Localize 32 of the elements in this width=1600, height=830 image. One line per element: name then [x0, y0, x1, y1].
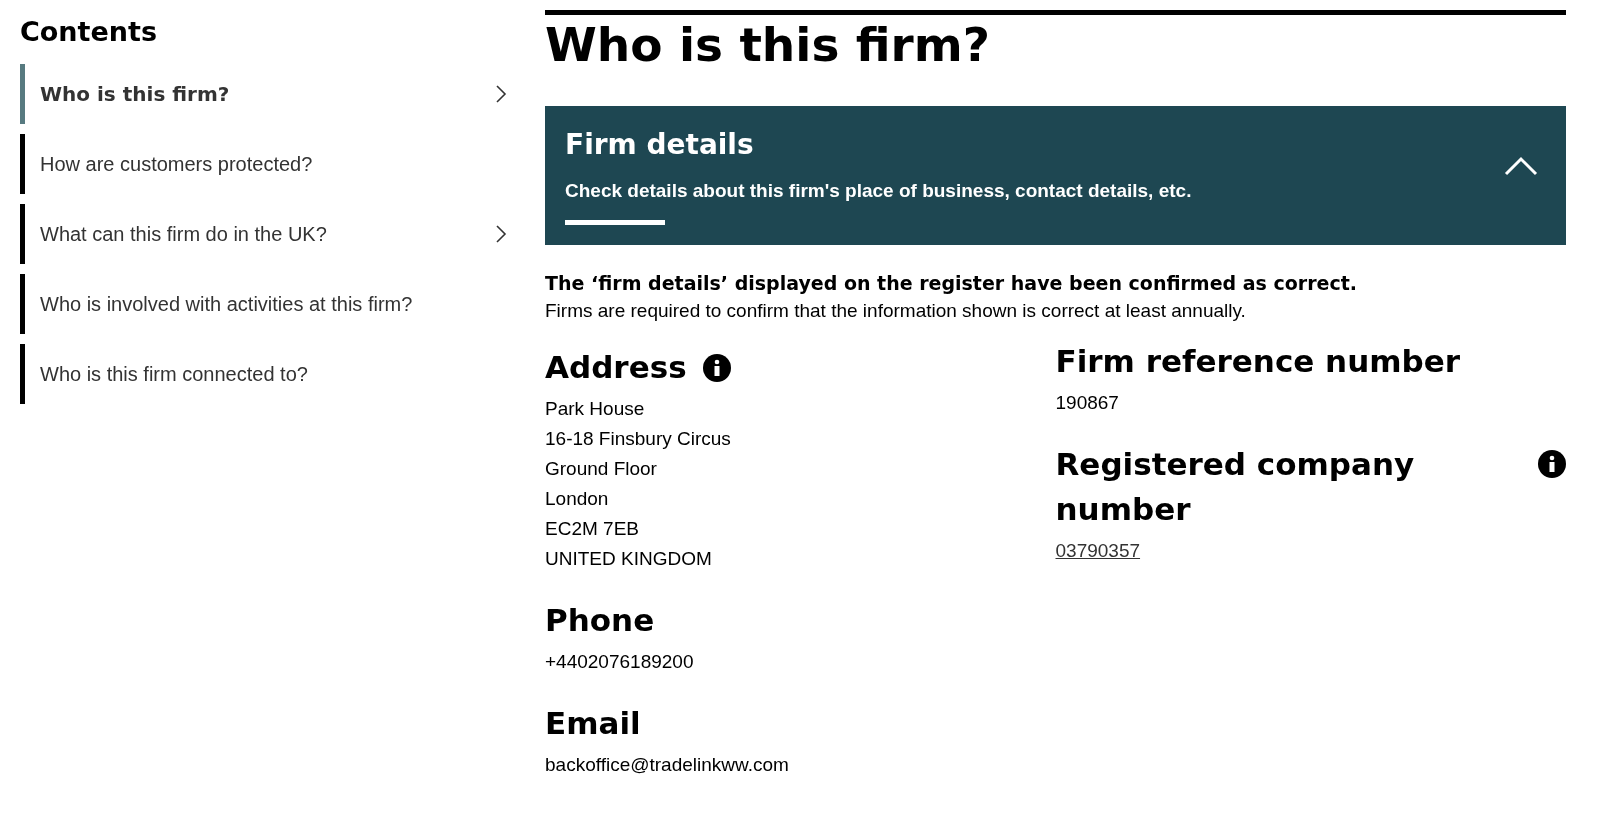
- field-value: London: [545, 487, 610, 511]
- panel-title: Firm details: [565, 127, 755, 163]
- field-heading: Phone: [545, 601, 655, 640]
- confirmation-note: Firms are required to confirm that the information shown is correct at least annually.: [545, 299, 1247, 323]
- firm-details-panel[interactable]: Firm details Check details about this firm's place of business, contact details, etc.: [545, 106, 1566, 245]
- panel-description: Check details about this firm's place of business, contact details, etc.: [565, 179, 1193, 203]
- confirmation-heading: The ‘firm details’ displayed on the register have been confirmed as correct.: [545, 271, 1359, 296]
- page-title: Who is this firm?: [545, 16, 992, 74]
- field-heading: Email: [545, 704, 641, 743]
- field-value: UNITED KINGDOM: [545, 547, 713, 571]
- field-value: 190867: [1055, 391, 1120, 415]
- contents-link[interactable]: What can this firm do in the UK?: [20, 204, 515, 264]
- chevron-right-icon: [495, 84, 507, 104]
- info-icon[interactable]: [702, 353, 731, 382]
- contents-link[interactable]: Who is this firm?: [20, 64, 515, 124]
- contents-link[interactable]: Who is involved with activities at this firm?: [20, 274, 515, 334]
- company-number-link[interactable]: 03790357: [1055, 536, 1141, 566]
- contents-heading: Contents: [20, 15, 158, 49]
- field-heading: Firm reference number: [1055, 342, 1461, 381]
- field-value: Ground Floor: [545, 457, 658, 481]
- field-value: +4402076189200: [545, 650, 695, 674]
- info-icon[interactable]: [1538, 450, 1566, 478]
- chevron-right-icon: [495, 224, 507, 244]
- contents-link[interactable]: Who is this firm connected to?: [20, 344, 515, 404]
- field-value: Park House: [545, 397, 646, 421]
- field-heading: Address: [545, 348, 687, 387]
- field-value: 16-18 Finsbury Circus: [545, 427, 732, 451]
- field-value: EC2M 7EB: [545, 517, 640, 541]
- chevron-up-icon: [1504, 155, 1538, 176]
- contents-link[interactable]: How are customers protected?: [20, 134, 515, 194]
- field-heading: Registered company number: [1055, 445, 1416, 529]
- field-value: backoffice@tradelinkww.com: [545, 753, 790, 777]
